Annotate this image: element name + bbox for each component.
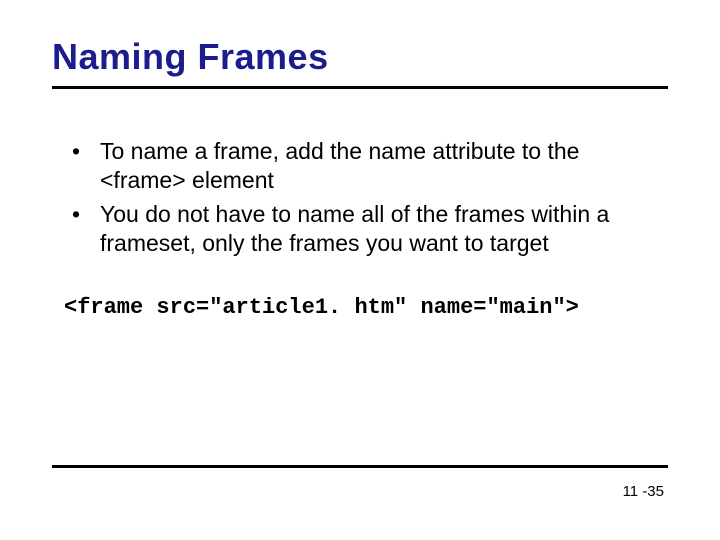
page-number: 11 -35 bbox=[623, 483, 664, 500]
slide: Naming Frames To name a frame, add the n… bbox=[0, 0, 720, 540]
slide-title: Naming Frames bbox=[52, 36, 668, 89]
code-example: <frame src="article1. htm" name="main"> bbox=[52, 295, 668, 320]
footer-rule bbox=[52, 465, 668, 468]
bullet-list: To name a frame, add the name attribute … bbox=[52, 137, 668, 259]
bullet-item: You do not have to name all of the frame… bbox=[72, 200, 668, 259]
bullet-item: To name a frame, add the name attribute … bbox=[72, 137, 668, 196]
